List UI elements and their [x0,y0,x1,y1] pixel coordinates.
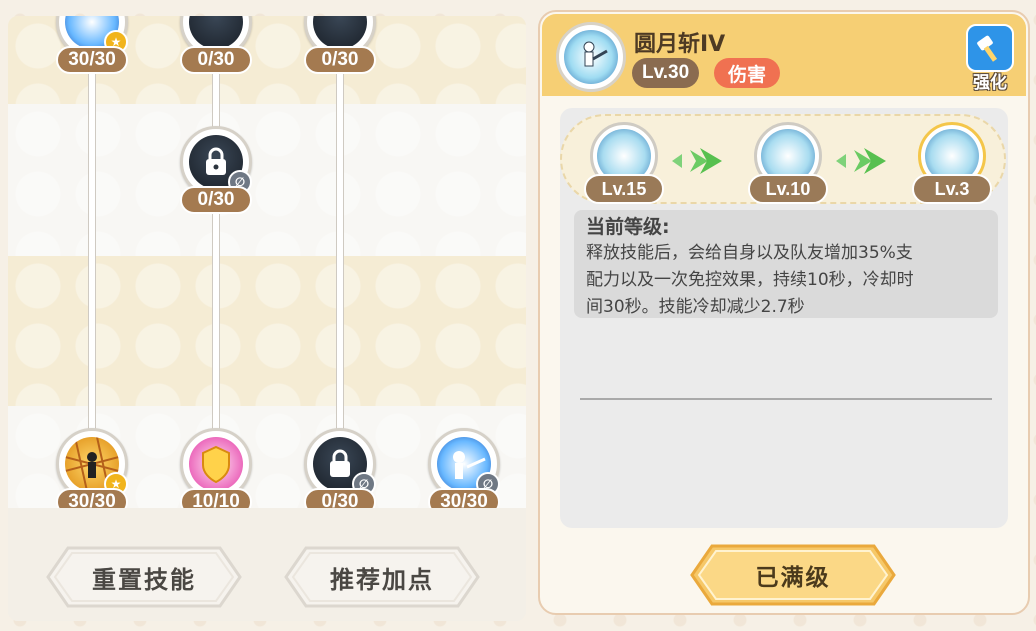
tree-connector [88,56,96,456]
skill-description: 当前等级: 释放技能后，会给自身以及队友增加35%支 配力以及一次免控效果，持续… [574,210,998,318]
description-title: 当前等级: [586,216,670,238]
node-count: 0/30 [304,46,376,74]
recommend-points-label: 推荐加点 [330,565,434,594]
skill-node[interactable]: ∅ 30/30 [424,428,504,508]
lock-icon [313,16,367,49]
max-level-label: 已满级 [755,565,831,591]
description-line: 间30秒。技能冷却减少2.7秒 [586,297,805,317]
node-count: 30/30 [56,488,128,508]
evolution-level: Lv.3 [912,174,992,204]
recommend-points-button[interactable]: 推荐加点 [284,546,480,608]
skill-type-tag: 伤害 [714,58,781,88]
node-count: 0/30 [180,186,252,214]
evolution-node[interactable]: Lv.15 [584,122,664,206]
node-count: 30/30 [56,46,128,74]
skill-node[interactable]: ∅ 0/30 [300,428,380,508]
max-level-button[interactable]: 已满级 [690,544,896,606]
skill-node[interactable]: ★ 30/30 [52,428,132,508]
skill-evolution-row: Lv.15 Lv.10 Lv.3 [560,114,1006,204]
enhance-label: 强化 [973,73,1007,93]
tree-connector [212,56,220,456]
arrow-right-icon [836,148,886,174]
skill-level-badge: Lv.30 [632,58,700,88]
skill-header: 圆月斩IV Lv.30 伤害 强化 [542,14,1026,96]
node-count: 10/10 [180,488,252,508]
node-count: 30/30 [428,488,500,508]
skill-node[interactable]: ★ 30/30 [52,16,132,82]
evolution-node[interactable]: Lv.10 [748,122,828,206]
description-line: 释放技能后，会给自身以及队友增加35%支 [586,243,913,263]
skill-icon [556,22,626,92]
enhance-button[interactable]: 强化 [962,24,1018,94]
skill-detail-panel: 圆月斩IV Lv.30 伤害 强化 Lv.15 Lv.10 Lv.3 当前等级:… [538,10,1030,615]
skill-node[interactable]: 10/10 [176,428,256,508]
skill-name: 圆月斩IV [634,32,726,57]
node-count: 0/30 [304,488,376,508]
tree-connector [336,56,344,456]
evolution-level: Lv.10 [748,174,828,204]
divider [580,398,992,400]
skill-tree-panel: ★ 30/30 0/30 0/30 ∅ 0/30 ★ 30/30 10/10 ∅… [8,16,526,621]
tree-band [8,256,526,406]
skill-node[interactable]: 0/30 [176,16,256,82]
tree-band [8,104,526,256]
arrow-right-icon [672,148,722,174]
reset-skill-label: 重置技能 [92,565,196,594]
lock-icon [189,16,243,49]
skill-node[interactable]: 0/30 [300,16,380,82]
shield-icon [189,437,243,491]
node-count: 0/30 [180,46,252,74]
reset-skill-button[interactable]: 重置技能 [46,546,242,608]
skill-tree[interactable]: ★ 30/30 0/30 0/30 ∅ 0/30 ★ 30/30 10/10 ∅… [8,16,526,508]
evolution-node[interactable]: Lv.3 [912,122,992,206]
hammer-icon [966,24,1014,72]
skill-node[interactable]: ∅ 0/30 [176,126,256,222]
tree-actions: 重置技能 推荐加点 [8,508,526,621]
description-line: 配力以及一次免控效果，持续10秒，冷却时 [586,270,914,290]
evolution-level: Lv.15 [584,174,664,204]
